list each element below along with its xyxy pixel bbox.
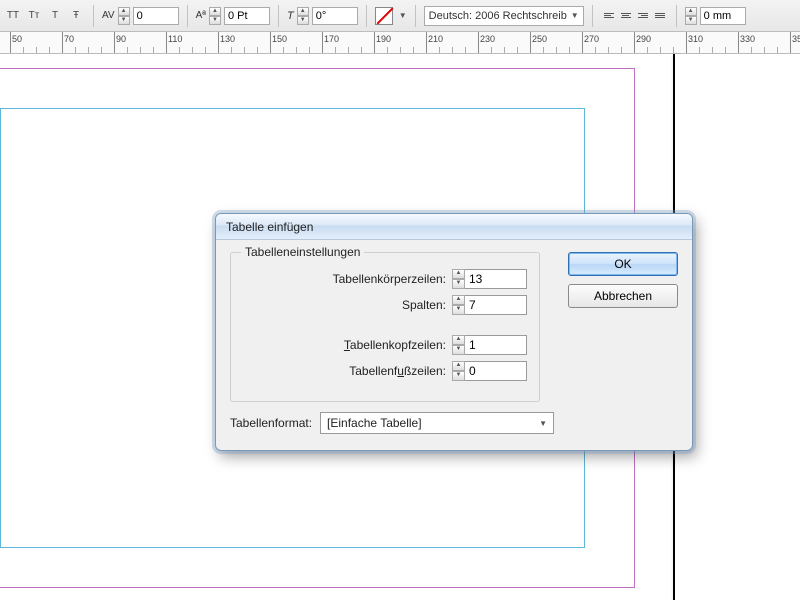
separator (93, 5, 94, 27)
language-value: Deutsch: 2006 Rechtschreib (429, 10, 567, 22)
body-rows-label: Tabellenkörperzeilen: (243, 272, 446, 286)
header-rows-stepper[interactable]: ▲▼ (452, 335, 465, 355)
chevron-down-icon: ▼ (571, 11, 579, 20)
align-justify-button[interactable] (652, 8, 668, 24)
type-style-buttons: TT Tт T Ŧ (4, 7, 85, 25)
pasteboard (675, 54, 800, 600)
kerning-stepper[interactable]: ▲▼ (118, 7, 130, 25)
indent-group: ▲▼ (685, 7, 746, 25)
baseline-shift-icon: Aª (196, 10, 206, 21)
dialog-button-column: OK Abbrechen (568, 252, 678, 434)
columns-row: Spalten: ▲▼ (243, 295, 527, 315)
kerning-input[interactable] (133, 7, 179, 25)
columns-stepper[interactable]: ▲▼ (452, 295, 465, 315)
body-rows-input[interactable] (465, 269, 527, 289)
baseline-stepper[interactable]: ▲▼ (209, 7, 221, 25)
superscript-button[interactable]: T (46, 7, 64, 25)
skew-group: T ▲▼ (287, 7, 358, 25)
chevron-down-icon: ▼ (539, 419, 547, 428)
align-center-button[interactable] (618, 8, 634, 24)
horizontal-ruler[interactable]: 5070901101301501701902102302502702903103… (0, 32, 800, 54)
columns-label: Spalten: (243, 298, 446, 312)
control-panel: TT Tт T Ŧ AV ▲▼ Aª ▲▼ T ▲▼ ▼ Deutsch: 20… (0, 0, 800, 32)
footer-rows-row: Tabellenfußzeilen: ▲▼ (243, 361, 527, 381)
footer-rows-stepper[interactable]: ▲▼ (452, 361, 465, 381)
body-rows-row: Tabellenkörperzeilen: ▲▼ (243, 269, 527, 289)
table-format-dropdown[interactable]: [Einfache Tabelle] ▼ (320, 412, 554, 434)
kerning-icon: AV (102, 10, 115, 21)
insert-table-dialog: Tabelle einfügen Tabelleneinstellungen T… (215, 213, 693, 451)
allcaps-button[interactable]: TT (4, 7, 22, 25)
skew-input[interactable] (312, 7, 358, 25)
group-legend: Tabelleneinstellungen (241, 245, 364, 259)
kerning-group: AV ▲▼ (102, 7, 179, 25)
separator (415, 5, 416, 27)
indent-stepper[interactable]: ▲▼ (685, 7, 697, 25)
strikethrough-button[interactable]: Ŧ (67, 7, 85, 25)
separator (187, 5, 188, 27)
language-dropdown[interactable]: Deutsch: 2006 Rechtschreib ▼ (424, 6, 584, 26)
table-format-row: Tabellenformat: [Einfache Tabelle] ▼ (230, 412, 554, 434)
ok-button[interactable]: OK (568, 252, 678, 276)
cancel-button[interactable]: Abbrechen (568, 284, 678, 308)
table-format-label: Tabellenformat: (230, 416, 312, 430)
paragraph-align-buttons (601, 8, 668, 24)
skew-icon: T (287, 10, 294, 22)
table-format-value: [Einfache Tabelle] (327, 416, 422, 430)
header-rows-row: TTabellenkopfzeilen:abellenkopfzeilen: ▲… (243, 335, 527, 355)
align-left-button[interactable] (601, 8, 617, 24)
footer-rows-label: Tabellenfußzeilen: (243, 364, 446, 378)
dialog-title: Tabelle einfügen (226, 220, 313, 234)
separator (592, 5, 593, 27)
separator (278, 5, 279, 27)
baseline-input[interactable] (224, 7, 270, 25)
skew-stepper[interactable]: ▲▼ (297, 7, 309, 25)
baseline-group: Aª ▲▼ (196, 7, 270, 25)
columns-input[interactable] (465, 295, 527, 315)
header-rows-label: TTabellenkopfzeilen:abellenkopfzeilen: (243, 338, 446, 352)
body-rows-stepper[interactable]: ▲▼ (452, 269, 465, 289)
align-right-button[interactable] (635, 8, 651, 24)
indent-input[interactable] (700, 7, 746, 25)
table-settings-group: Tabelleneinstellungen Tabellenkörperzeil… (230, 252, 540, 402)
footer-rows-input[interactable] (465, 361, 527, 381)
smallcaps-button[interactable]: Tт (25, 7, 43, 25)
separator (366, 5, 367, 27)
fill-swatch-none[interactable] (375, 7, 393, 25)
swatch-dropdown-icon[interactable]: ▼ (399, 11, 407, 20)
dialog-titlebar[interactable]: Tabelle einfügen (216, 214, 692, 240)
dialog-body: Tabelleneinstellungen Tabellenkörperzeil… (216, 240, 692, 450)
header-rows-input[interactable] (465, 335, 527, 355)
separator (676, 5, 677, 27)
